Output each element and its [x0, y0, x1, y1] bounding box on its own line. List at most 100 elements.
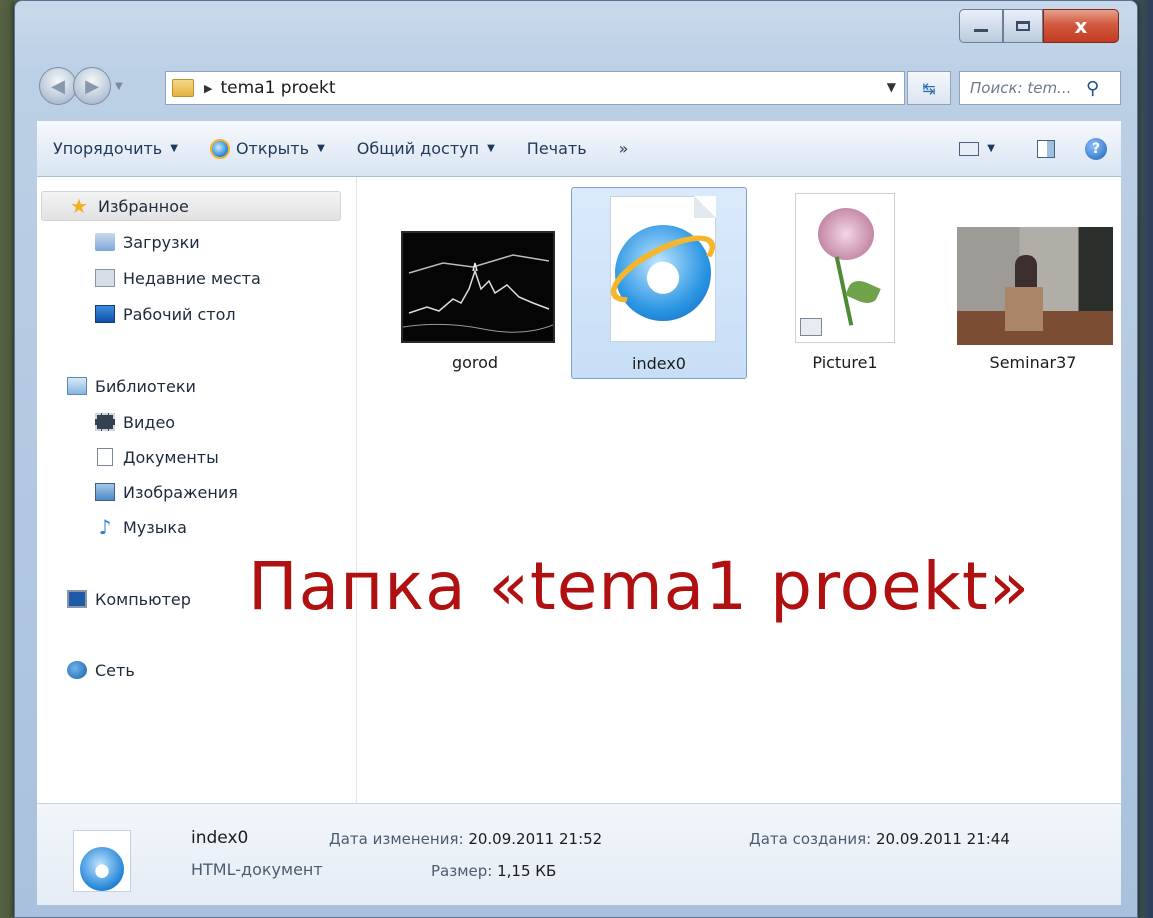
- file-name: Picture1: [812, 353, 878, 372]
- flower-leaf-image: [845, 276, 881, 308]
- music-icon: ♪: [98, 515, 112, 539]
- nav-item-favorites[interactable]: ★ Избранное: [41, 191, 341, 221]
- details-created-value: 20.09.2011 21:44: [876, 830, 1010, 848]
- address-row: ◀ ▶ ▼ ▶ tema1 proekt ▼ ↹ ⚲: [15, 65, 1137, 117]
- desktop-icon: [95, 305, 115, 323]
- folder-icon: [172, 79, 194, 97]
- details-modified: Дата изменения: 20.09.2011 21:52: [329, 830, 602, 848]
- refresh-button[interactable]: ↹: [907, 71, 951, 105]
- nav-item-libraries[interactable]: Библиотеки: [67, 371, 196, 401]
- html-document-icon: [73, 830, 131, 892]
- command-bar: Упорядочить ▼ Открыть ▼ Общий доступ ▼ П…: [37, 121, 1121, 177]
- refresh-icon: ↹: [922, 78, 936, 98]
- open-button[interactable]: Открыть ▼: [194, 138, 341, 159]
- change-view-icon[interactable]: [959, 141, 980, 156]
- minimize-button[interactable]: [959, 9, 1003, 43]
- nav-item-computer[interactable]: Компьютер: [67, 584, 191, 614]
- search-box: ⚲: [959, 71, 1121, 105]
- recent-pages-dropdown[interactable]: ▼: [115, 81, 123, 92]
- title-bar: x: [15, 1, 1137, 57]
- search-icon[interactable]: ⚲: [1086, 78, 1099, 99]
- libraries-icon: [67, 377, 87, 395]
- organize-button[interactable]: Упорядочить ▼: [37, 139, 194, 158]
- details-created-label: Дата создания:: [749, 830, 872, 848]
- content-area: ★ Избранное Загрузки Недавние места Рабо…: [37, 177, 1121, 803]
- nav-item-label: Избранное: [98, 196, 189, 216]
- nav-item-network[interactable]: Сеть: [67, 655, 135, 685]
- internet-explorer-icon: [80, 847, 124, 891]
- breadcrumb-current-folder[interactable]: tema1 proekt: [220, 78, 335, 98]
- preview-pane-icon[interactable]: [1037, 139, 1055, 158]
- minimize-icon: [974, 28, 988, 32]
- nav-item-images[interactable]: Изображения: [95, 477, 238, 507]
- nav-item-recent-places[interactable]: Недавние места: [95, 263, 261, 293]
- nav-item-label: Рабочий стол: [123, 304, 236, 324]
- chevron-down-icon: ▼: [487, 143, 495, 154]
- file-item-index0[interactable]: index0: [571, 187, 747, 379]
- file-list: gorod index0 Picture1 Seminar37: [357, 177, 1121, 803]
- star-icon: ★: [70, 194, 88, 218]
- chevron-down-icon: ▼: [170, 143, 178, 154]
- file-name: gorod: [451, 353, 499, 372]
- explorer-window: x ◀ ▶ ▼ ▶ tema1 proekt ▼ ↹ ⚲ Упорядочить…: [14, 0, 1138, 918]
- file-item-gorod[interactable]: gorod: [387, 187, 563, 379]
- caption-buttons: x: [959, 9, 1119, 43]
- navigation-buttons: ◀ ▶ ▼: [39, 67, 123, 105]
- back-button[interactable]: ◀: [39, 67, 77, 105]
- details-size-value: 1,15 КБ: [497, 862, 557, 880]
- network-icon: [67, 661, 87, 679]
- nav-item-label: Сеть: [95, 660, 135, 680]
- maximize-button[interactable]: [1003, 9, 1043, 43]
- image-thumbnail: [401, 231, 555, 343]
- breadcrumb-arrow-icon[interactable]: ▶: [204, 82, 212, 95]
- help-label: ?: [1091, 140, 1101, 157]
- help-icon[interactable]: ?: [1085, 137, 1107, 160]
- details-file-type: HTML-документ: [191, 860, 323, 879]
- images-icon: [95, 483, 115, 501]
- city-sketch-image: [402, 254, 554, 333]
- flower-image: [818, 208, 874, 260]
- details-created: Дата создания: 20.09.2011 21:44: [749, 830, 1010, 848]
- html-document-thumbnail: [601, 196, 725, 342]
- details-size-label: Размер:: [431, 862, 493, 880]
- share-button[interactable]: Общий доступ ▼: [341, 139, 511, 158]
- downloads-icon: [95, 233, 115, 251]
- nav-item-label: Компьютер: [95, 589, 191, 609]
- search-input[interactable]: [968, 78, 1082, 98]
- details-modified-label: Дата изменения:: [329, 830, 464, 848]
- chevron-down-icon: ▼: [317, 143, 325, 154]
- share-label: Общий доступ: [356, 139, 480, 158]
- nav-item-documents[interactable]: Документы: [95, 442, 219, 472]
- image-type-badge-icon: [800, 318, 822, 336]
- open-label: Открыть: [235, 139, 310, 158]
- details-size: Размер: 1,15 КБ: [431, 862, 556, 880]
- nav-item-desktop[interactable]: Рабочий стол: [95, 299, 236, 329]
- details-file-name: index0: [191, 828, 249, 848]
- internet-explorer-icon: [209, 138, 230, 159]
- nav-item-video[interactable]: Видео: [95, 407, 175, 437]
- nav-item-music[interactable]: ♪ Музыка: [95, 512, 187, 542]
- nav-item-label: Музыка: [123, 517, 187, 537]
- file-name: Seminar37: [989, 353, 1077, 372]
- nav-item-label: Недавние места: [123, 268, 261, 288]
- organize-label: Упорядочить: [53, 139, 163, 158]
- file-name: index0: [632, 354, 686, 373]
- photo-podium: [1005, 287, 1043, 331]
- image-thumbnail: [795, 193, 895, 343]
- documents-icon: [97, 448, 113, 466]
- arrow-right-icon: ▶: [85, 75, 99, 97]
- forward-button[interactable]: ▶: [73, 67, 111, 105]
- more-commands-button[interactable]: »: [603, 139, 645, 158]
- file-item-picture1[interactable]: Picture1: [757, 187, 933, 379]
- toolbar-right-group: ▼ ?: [959, 137, 1121, 160]
- file-item-seminar37[interactable]: Seminar37: [945, 187, 1121, 379]
- nav-item-label: Документы: [123, 447, 219, 467]
- close-button[interactable]: x: [1043, 9, 1119, 43]
- address-dropdown-icon[interactable]: ▼: [887, 80, 896, 94]
- nav-item-downloads[interactable]: Загрузки: [95, 227, 200, 257]
- address-bar[interactable]: ▶ tema1 proekt ▼: [165, 71, 905, 105]
- photo-thumbnail: [957, 227, 1113, 345]
- view-options-dropdown[interactable]: ▼: [987, 143, 995, 154]
- slide-background-left: [0, 0, 14, 918]
- print-button[interactable]: Печать: [511, 139, 603, 158]
